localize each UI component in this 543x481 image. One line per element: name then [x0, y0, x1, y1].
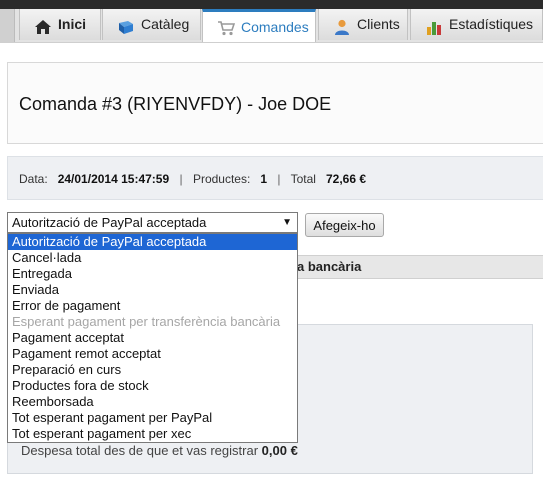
tabstrip-left-cap [0, 9, 15, 42]
total-spent-value: 0,00 € [261, 443, 298, 458]
order-info-bar: Data: 24/01/2014 15:47:59 | Productes: 1… [7, 156, 543, 200]
total-spent-label: Despesa total des de que et vas registra… [21, 443, 259, 458]
tab-cataleg[interactable]: Catàleg [102, 9, 201, 40]
book-icon [117, 16, 135, 34]
status-option[interactable]: Cancel·lada [8, 250, 297, 266]
separator: | [179, 172, 183, 186]
home-icon [34, 16, 52, 34]
order-info-row: Data: 24/01/2014 15:47:59 | Productes: 1… [19, 172, 366, 186]
total-value: 72,66 € [326, 172, 367, 186]
order-title-panel: Comanda #3 (RIYENVFDY) - Joe DOE [7, 62, 543, 144]
tab-inici[interactable]: Inici [19, 9, 101, 40]
status-option[interactable]: Entregada [8, 266, 297, 282]
status-option[interactable]: Tot esperant pagament per xec [8, 426, 297, 442]
tab-comandes[interactable]: Comandes [202, 9, 316, 42]
status-option[interactable]: Preparació en curs [8, 362, 297, 378]
status-option[interactable]: Pagament acceptat [8, 330, 297, 346]
top-bar [0, 0, 543, 9]
status-option[interactable]: Enviada [8, 282, 297, 298]
date-label: Data: [19, 172, 48, 186]
tab-label: Comandes [241, 18, 309, 35]
status-option[interactable]: Tot esperant pagament per PayPal [8, 410, 297, 426]
status-option-disabled: Esperant pagament per transferència banc… [12, 314, 281, 329]
separator: | [277, 172, 281, 186]
tab-label: Clients [357, 16, 400, 32]
bar-chart-icon [425, 16, 443, 35]
total-spent: Despesa total des de que et vas registra… [21, 443, 298, 458]
tab-clients[interactable]: Clients [318, 9, 408, 40]
status-option[interactable]: Productes fora de stock [8, 378, 297, 394]
total-label: Total [290, 172, 316, 186]
tab-label: Inici [58, 16, 87, 32]
main-tabs: Inici Catàleg Comandes Clients Estadísti… [0, 9, 543, 43]
page-title: Comanda #3 (RIYENVFDY) - Joe DOE [19, 94, 332, 114]
cart-icon [217, 18, 236, 36]
tab-label: Estadístiques [449, 16, 534, 32]
add-status-button[interactable]: Afegeix-ho [305, 213, 384, 237]
status-option[interactable]: Autorització de PayPal acceptada [8, 234, 297, 250]
user-icon [333, 16, 351, 35]
chevron-down-icon[interactable]: ▼ [282, 213, 292, 232]
status-option[interactable]: Pagament remot acceptat [8, 346, 297, 362]
tab-label: Catàleg [141, 16, 190, 32]
order-status-select[interactable]: Autorització de PayPal acceptada ▼ [7, 212, 298, 233]
tab-estadistiques[interactable]: Estadístiques [410, 9, 543, 40]
status-option[interactable]: Reemborsada [8, 394, 297, 410]
column-header-status: a bancària [297, 259, 362, 274]
order-status-value: Autorització de PayPal acceptada [12, 215, 207, 230]
products-label: Productes: [192, 172, 251, 186]
products-value: 1 [260, 172, 268, 186]
order-status-dropdown[interactable]: Autorització de PayPal acceptada Cancel·… [7, 233, 298, 443]
date-value: 24/01/2014 15:47:59 [57, 172, 170, 186]
status-option[interactable]: Error de pagament [8, 298, 297, 314]
